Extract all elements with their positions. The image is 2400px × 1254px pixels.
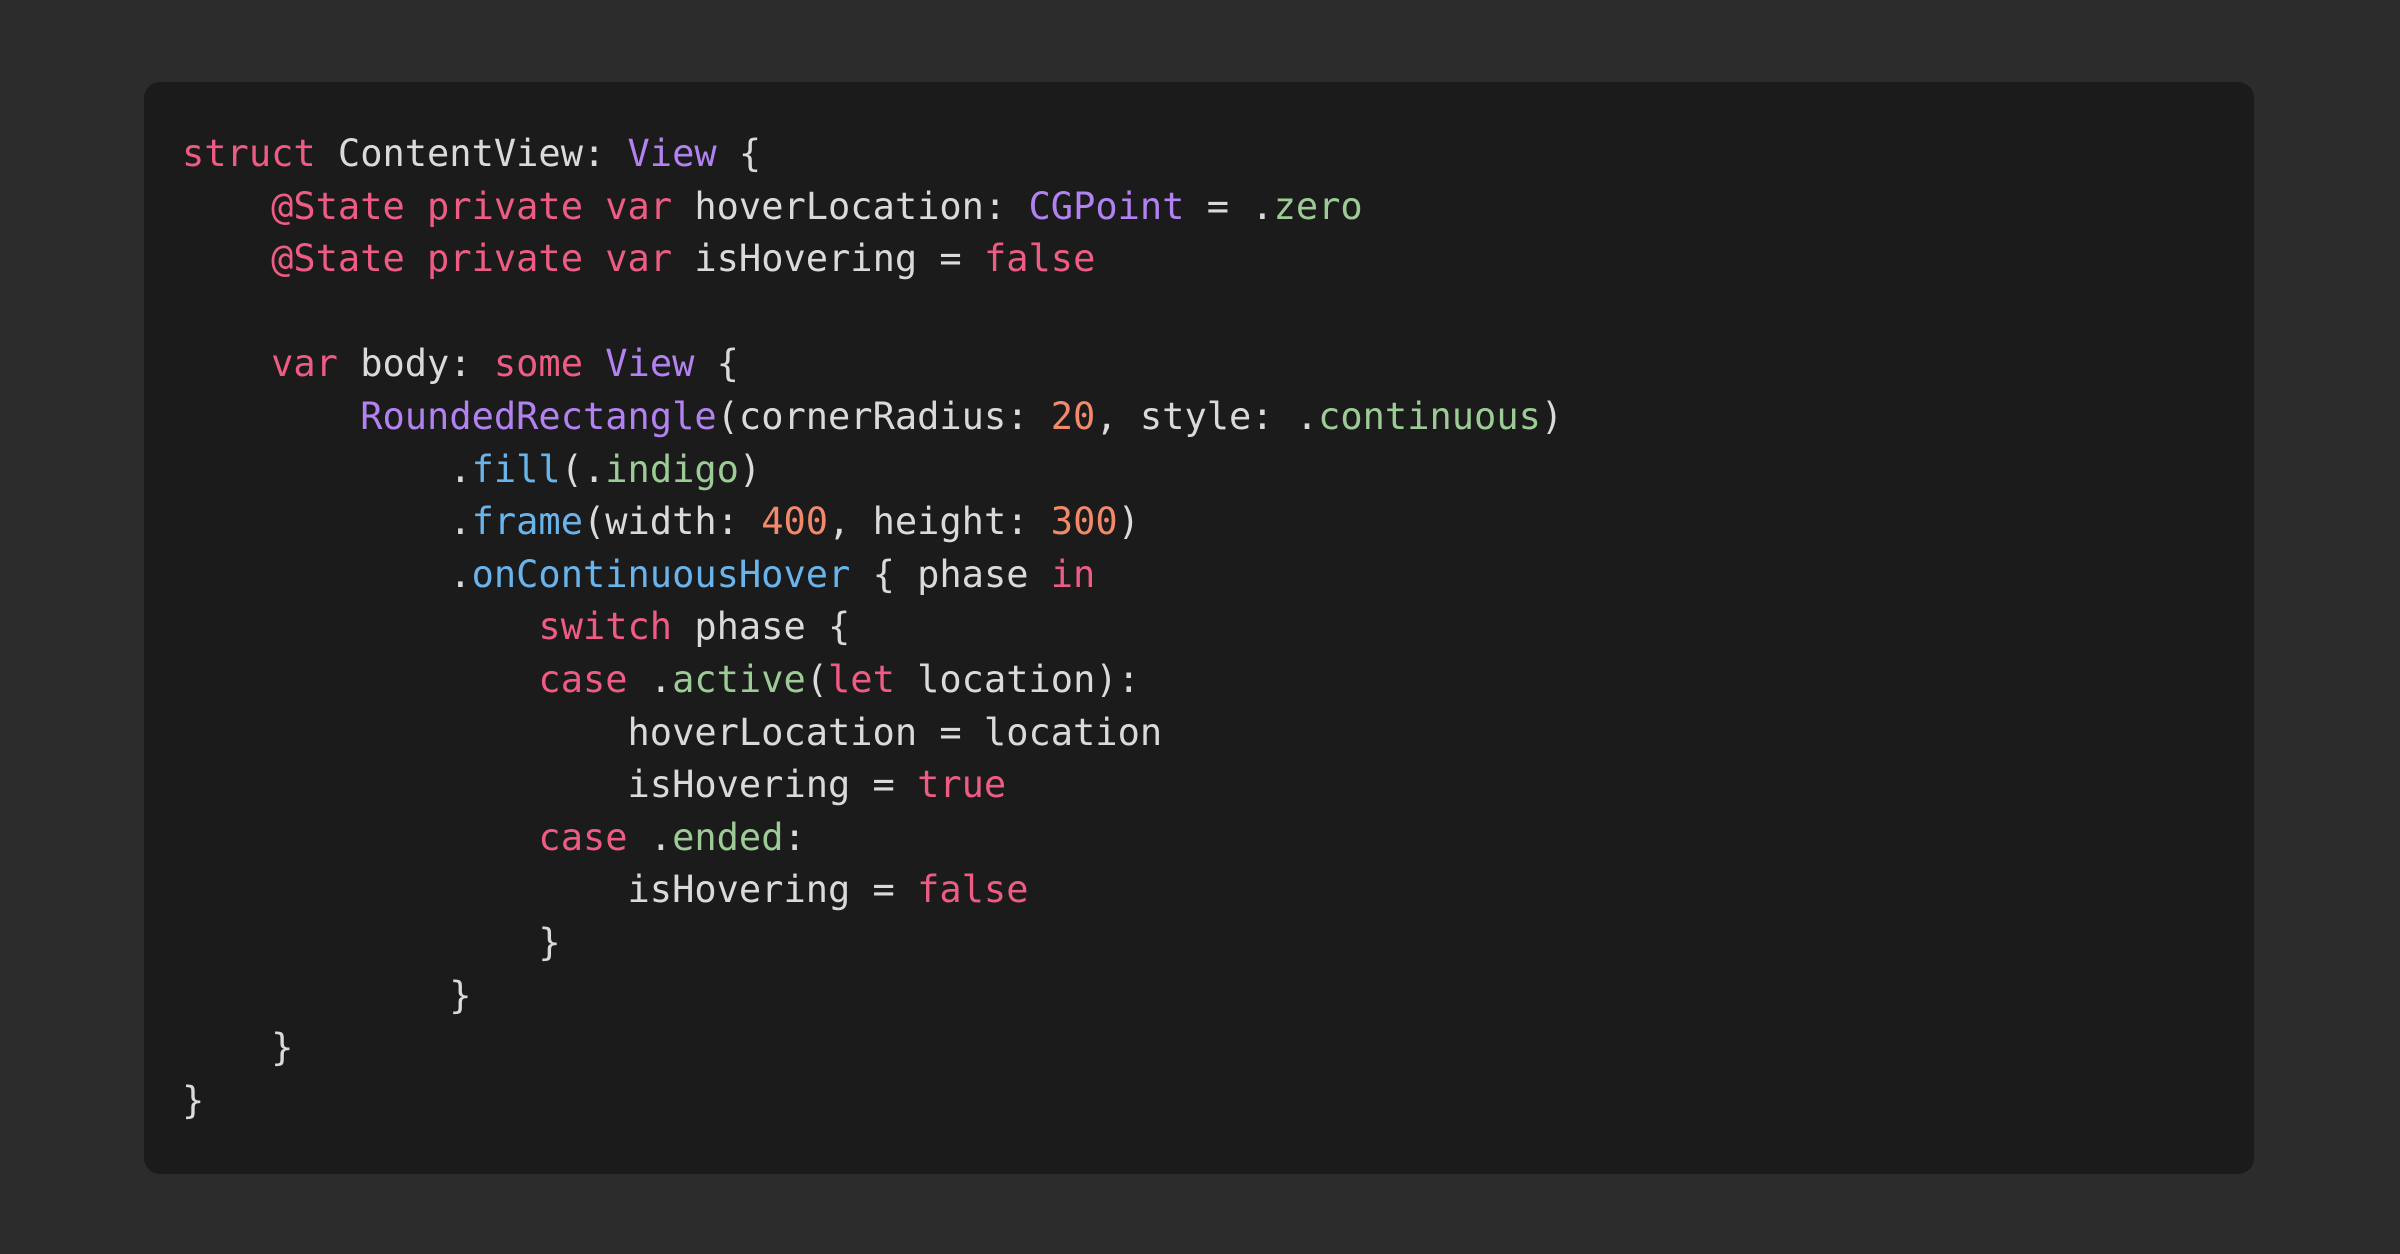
code-line: ​ bbox=[182, 286, 1563, 339]
code-token-plain: { bbox=[694, 342, 739, 386]
code-token-function: fill bbox=[471, 447, 561, 491]
code-token-keyword: var bbox=[605, 184, 673, 228]
code-token-keyword: false bbox=[917, 868, 1029, 912]
code-token-number: 20 bbox=[1050, 394, 1096, 438]
code-token-plain: } bbox=[182, 1026, 294, 1070]
code-token-keyword: some bbox=[493, 342, 583, 386]
code-token-plain: isHovering = bbox=[182, 763, 918, 807]
code-token-keyword: case bbox=[538, 815, 628, 859]
code-token-plain: , style: . bbox=[1095, 394, 1319, 438]
code-token-keyword: private bbox=[427, 184, 583, 228]
code-line: var body: some View { bbox=[182, 338, 1563, 391]
code-token-plain: isHovering = bbox=[672, 237, 984, 281]
code-token-plain: } bbox=[182, 973, 472, 1017]
code-token-plain: : bbox=[783, 815, 806, 859]
code-token-plain: { phase bbox=[850, 552, 1051, 596]
code-token-plain: location): bbox=[894, 657, 1140, 701]
code-token-plain: ( bbox=[805, 657, 829, 701]
code-token-function: frame bbox=[471, 500, 583, 544]
code-token-number: 300 bbox=[1050, 500, 1118, 544]
code-token-keyword: var bbox=[605, 237, 673, 281]
code-line: @State private var hoverLocation: CGPoin… bbox=[182, 181, 1563, 234]
code-token-keyword: @State bbox=[271, 237, 405, 281]
code-token-type: CGPoint bbox=[1028, 184, 1185, 228]
code-token-keyword: in bbox=[1050, 552, 1096, 596]
code-snippet-card: struct ContentView: View { @State privat… bbox=[144, 82, 2254, 1174]
code-line: struct ContentView: View { bbox=[182, 128, 1563, 181]
code-token-plain: (width: bbox=[582, 500, 762, 544]
code-line: } bbox=[182, 1022, 1563, 1075]
code-token-keyword: case bbox=[538, 657, 628, 701]
code-token-plain: ) bbox=[1117, 500, 1140, 544]
code-token-plain: . bbox=[182, 447, 472, 491]
code-token-keyword: struct bbox=[182, 132, 316, 175]
code-token-plain: ContentView: bbox=[315, 132, 628, 175]
code-token-member: continuous bbox=[1318, 394, 1541, 438]
code-line: } bbox=[182, 917, 1563, 970]
code-token-plain: hoverLocation = location bbox=[182, 710, 1163, 754]
code-token-keyword: var bbox=[271, 342, 338, 386]
code-token-plain: } bbox=[182, 1078, 205, 1122]
code-line: isHovering = false bbox=[182, 864, 1563, 917]
code-token-plain: . bbox=[627, 657, 673, 701]
code-line: } bbox=[182, 970, 1563, 1023]
code-token-plain: { bbox=[716, 132, 762, 175]
code-token-plain: (cornerRadius: bbox=[716, 394, 1051, 438]
code-token-plain: = . bbox=[1184, 184, 1274, 228]
code-token-plain: , height: bbox=[828, 500, 1051, 544]
code-token-type: View bbox=[627, 132, 717, 175]
code-token-plain: . bbox=[182, 500, 472, 544]
code-token-keyword: false bbox=[983, 237, 1096, 281]
code-line: .fill(.indigo) bbox=[182, 444, 1563, 497]
code-token-function: onContinuousHover bbox=[471, 552, 851, 596]
code-line: isHovering = true bbox=[182, 759, 1563, 812]
code-token-member: indigo bbox=[605, 447, 739, 491]
code-token-keyword: @State bbox=[271, 184, 405, 228]
code-token-member: active bbox=[672, 657, 806, 701]
code-token-number: 400 bbox=[761, 500, 829, 544]
code-line: .onContinuousHover { phase in bbox=[182, 549, 1563, 602]
code-token-keyword: let bbox=[828, 657, 895, 701]
code-token-plain: . bbox=[627, 815, 673, 859]
code-token-plain: hoverLocation: bbox=[672, 184, 1029, 228]
code-token-plain: phase { bbox=[672, 605, 851, 649]
code-line: @State private var isHovering = false bbox=[182, 233, 1563, 286]
code-line: case .ended: bbox=[182, 812, 1563, 865]
code-line: } bbox=[182, 1075, 1563, 1128]
code-token-keyword: private bbox=[427, 237, 583, 281]
code-token-plain: ) bbox=[1540, 394, 1564, 438]
code-line: .frame(width: 400, height: 300) bbox=[182, 496, 1563, 549]
code-token-member: zero bbox=[1273, 184, 1363, 228]
code-token-plain: } bbox=[182, 920, 561, 964]
code-token-keyword: switch bbox=[538, 605, 673, 649]
code-token-member: ended bbox=[672, 815, 784, 859]
code-token-plain: ) bbox=[738, 447, 762, 491]
code-block: struct ContentView: View { @State privat… bbox=[182, 128, 1563, 1127]
code-token-plain: (. bbox=[560, 447, 606, 491]
code-line: RoundedRectangle(cornerRadius: 20, style… bbox=[182, 391, 1563, 444]
code-token-plain: . bbox=[182, 552, 472, 596]
code-line: switch phase { bbox=[182, 601, 1563, 654]
code-token-type: View bbox=[605, 342, 695, 386]
code-line: case .active(let location): bbox=[182, 654, 1563, 707]
code-token-keyword: true bbox=[917, 763, 1007, 807]
code-token-plain: isHovering = bbox=[182, 868, 918, 912]
code-token-type: RoundedRectangle bbox=[360, 394, 717, 438]
code-token-plain: body: bbox=[337, 342, 494, 386]
code-line: hoverLocation = location bbox=[182, 707, 1563, 760]
